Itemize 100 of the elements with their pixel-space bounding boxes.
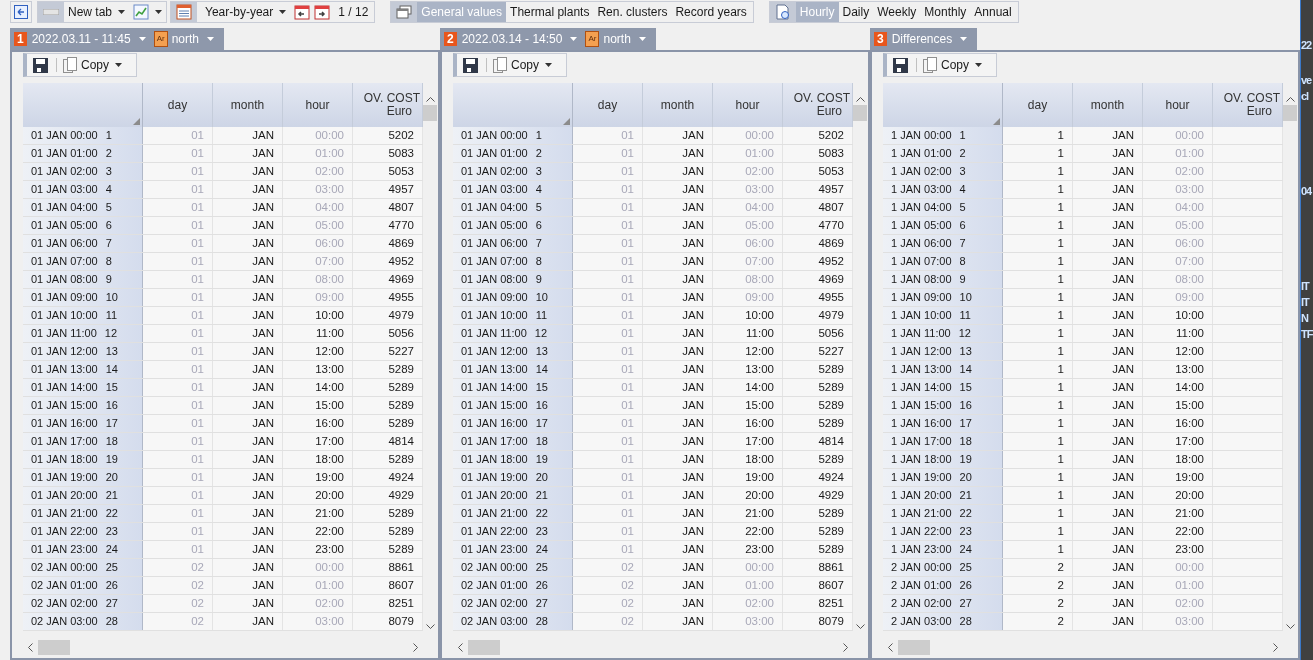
row-header-cell[interactable]: 1 JAN 01:00 2 [883,145,1003,163]
row-header-cell[interactable]: 02 JAN 00:00 25 [23,559,143,577]
row-header-cell[interactable]: 01 JAN 16:00 17 [23,415,143,433]
row-header-cell[interactable]: 01 JAN 21:00 22 [453,505,573,523]
row-header-cell[interactable]: 01 JAN 08:00 9 [23,271,143,289]
row-header-cell[interactable]: 01 JAN 19:00 20 [453,469,573,487]
row-header-cell[interactable]: 01 JAN 14:00 15 [23,379,143,397]
row-header-cell[interactable]: 1 JAN 16:00 17 [883,415,1003,433]
copy-dropdown[interactable]: Copy [63,56,122,74]
row-header-cell[interactable]: 01 JAN 04:00 5 [23,199,143,217]
row-header-cell[interactable]: 1 JAN 23:00 24 [883,541,1003,559]
mode-dropdown[interactable]: Year-by-year [197,2,293,22]
row-header-cell[interactable]: 02 JAN 03:00 28 [453,613,573,631]
column-header[interactable]: month [643,83,713,127]
row-header-cell[interactable]: 01 JAN 05:00 6 [23,217,143,235]
scrollbar-thumb[interactable] [853,105,867,121]
segment-tab[interactable]: Record years [671,2,751,22]
column-header[interactable]: day [1003,83,1073,127]
segment-tab[interactable]: Daily [838,2,874,22]
row-header-cell[interactable]: 02 JAN 02:00 27 [453,595,573,613]
row-header-cell[interactable]: 2 JAN 00:00 25 [883,559,1003,577]
row-header-cell[interactable]: 01 JAN 21:00 22 [23,505,143,523]
segment-tab[interactable]: Ren. clusters [593,2,672,22]
row-header-cell[interactable]: 01 JAN 07:00 8 [453,253,573,271]
row-header-cell[interactable]: 01 JAN 07:00 8 [23,253,143,271]
row-header-cell[interactable]: 1 JAN 22:00 23 [883,523,1003,541]
row-header-cell[interactable]: 01 JAN 11:00 12 [23,325,143,343]
row-header-cell[interactable]: 01 JAN 02:00 3 [23,163,143,181]
row-header-cell[interactable]: 1 JAN 03:00 4 [883,181,1003,199]
refresh-button[interactable] [10,1,32,23]
row-header-cell[interactable]: 01 JAN 09:00 10 [453,289,573,307]
row-header-cell[interactable]: 01 JAN 23:00 24 [23,541,143,559]
row-header-cell[interactable]: 01 JAN 04:00 5 [453,199,573,217]
row-header-cell[interactable]: 02 JAN 01:00 26 [23,577,143,595]
row-header-cell[interactable]: 01 JAN 05:00 6 [453,217,573,235]
row-header-cell[interactable]: 1 JAN 18:00 19 [883,451,1003,469]
scrollbar-thumb[interactable] [38,639,70,655]
row-header-cell[interactable]: 01 JAN 08:00 9 [453,271,573,289]
scrollbar-thumb[interactable] [468,639,500,655]
row-header-cell[interactable]: 1 JAN 02:00 3 [883,163,1003,181]
row-header-cell[interactable]: 1 JAN 20:00 21 [883,487,1003,505]
row-header-cell[interactable]: 1 JAN 19:00 20 [883,469,1003,487]
row-header-cell[interactable]: 1 JAN 15:00 16 [883,397,1003,415]
row-header-cell[interactable]: 01 JAN 13:00 14 [23,361,143,379]
column-header[interactable]: OV. COST Euro [1213,83,1283,127]
row-header-cell[interactable]: 1 JAN 12:00 13 [883,343,1003,361]
row-header-cell[interactable]: 1 JAN 09:00 10 [883,289,1003,307]
save-button[interactable] [891,57,910,73]
row-header-cell[interactable]: 01 JAN 11:00 12 [453,325,573,343]
row-header-cell[interactable]: 01 JAN 22:00 23 [453,523,573,541]
row-header-cell[interactable]: 01 JAN 20:00 21 [23,487,143,505]
segment-tab[interactable]: Weekly [873,2,921,22]
row-header-cell[interactable]: 2 JAN 02:00 27 [883,595,1003,613]
row-header-cell[interactable]: 01 JAN 18:00 19 [23,451,143,469]
row-header-cell[interactable]: 01 JAN 12:00 13 [23,343,143,361]
row-header-cell[interactable]: 01 JAN 00:00 1 [23,127,143,145]
previous-button[interactable] [292,4,313,20]
row-header-cell[interactable]: 01 JAN 10:00 11 [23,307,143,325]
column-header[interactable]: hour [283,83,353,127]
row-header-cell[interactable]: 2 JAN 01:00 26 [883,577,1003,595]
scrollbar-thumb[interactable] [898,639,930,655]
column-header[interactable]: hour [1143,83,1213,127]
row-header-cell[interactable]: 1 JAN 08:00 9 [883,271,1003,289]
scrollbar-thumb[interactable] [1283,105,1297,121]
row-header-cell[interactable]: 1 JAN 04:00 5 [883,199,1003,217]
row-header-cell[interactable]: 01 JAN 15:00 16 [453,397,573,415]
row-header-cell[interactable]: 01 JAN 19:00 20 [23,469,143,487]
column-header[interactable]: day [143,83,213,127]
row-header-cell[interactable]: 01 JAN 06:00 7 [23,235,143,253]
row-header-cell[interactable]: 01 JAN 03:00 4 [453,181,573,199]
row-header-cell[interactable]: 01 JAN 03:00 4 [23,181,143,199]
row-header-cell[interactable]: 1 JAN 07:00 8 [883,253,1003,271]
column-header[interactable]: month [213,83,283,127]
row-header-cell[interactable]: 2 JAN 03:00 28 [883,613,1003,631]
row-header-cell[interactable]: 01 JAN 02:00 3 [453,163,573,181]
row-header-cell[interactable]: 1 JAN 00:00 1 [883,127,1003,145]
row-header-cell[interactable]: 1 JAN 13:00 14 [883,361,1003,379]
row-header-cell[interactable]: 02 JAN 03:00 28 [23,613,143,631]
row-header-cell[interactable]: 1 JAN 06:00 7 [883,235,1003,253]
next-button[interactable] [312,4,333,20]
row-header-cell[interactable]: 01 JAN 15:00 16 [23,397,143,415]
row-header-cell[interactable]: 01 JAN 14:00 15 [453,379,573,397]
row-header-cell[interactable]: 01 JAN 01:00 2 [453,145,573,163]
row-header-cell[interactable]: 1 JAN 21:00 22 [883,505,1003,523]
column-header[interactable]: day [573,83,643,127]
row-header-cell[interactable]: 01 JAN 20:00 21 [453,487,573,505]
column-header[interactable]: OV. COST Euro [783,83,853,127]
copy-dropdown[interactable]: Copy [923,56,982,74]
save-button[interactable] [31,57,50,73]
panel-tab[interactable]: 2 2022.03.14 - 14:50 Ar north [440,28,656,50]
row-header-cell[interactable]: 01 JAN 12:00 13 [453,343,573,361]
row-header-cell[interactable]: 01 JAN 17:00 18 [453,433,573,451]
segment-tab[interactable]: Monthly [920,2,971,22]
scrollbar-thumb[interactable] [423,105,437,121]
row-header-cell[interactable]: 01 JAN 13:00 14 [453,361,573,379]
row-header-cell[interactable]: 02 JAN 00:00 25 [453,559,573,577]
segment-tab[interactable]: Annual [970,2,1016,22]
row-header-cell[interactable]: 02 JAN 02:00 27 [23,595,143,613]
column-header[interactable]: hour [713,83,783,127]
row-header-cell[interactable]: 1 JAN 05:00 6 [883,217,1003,235]
